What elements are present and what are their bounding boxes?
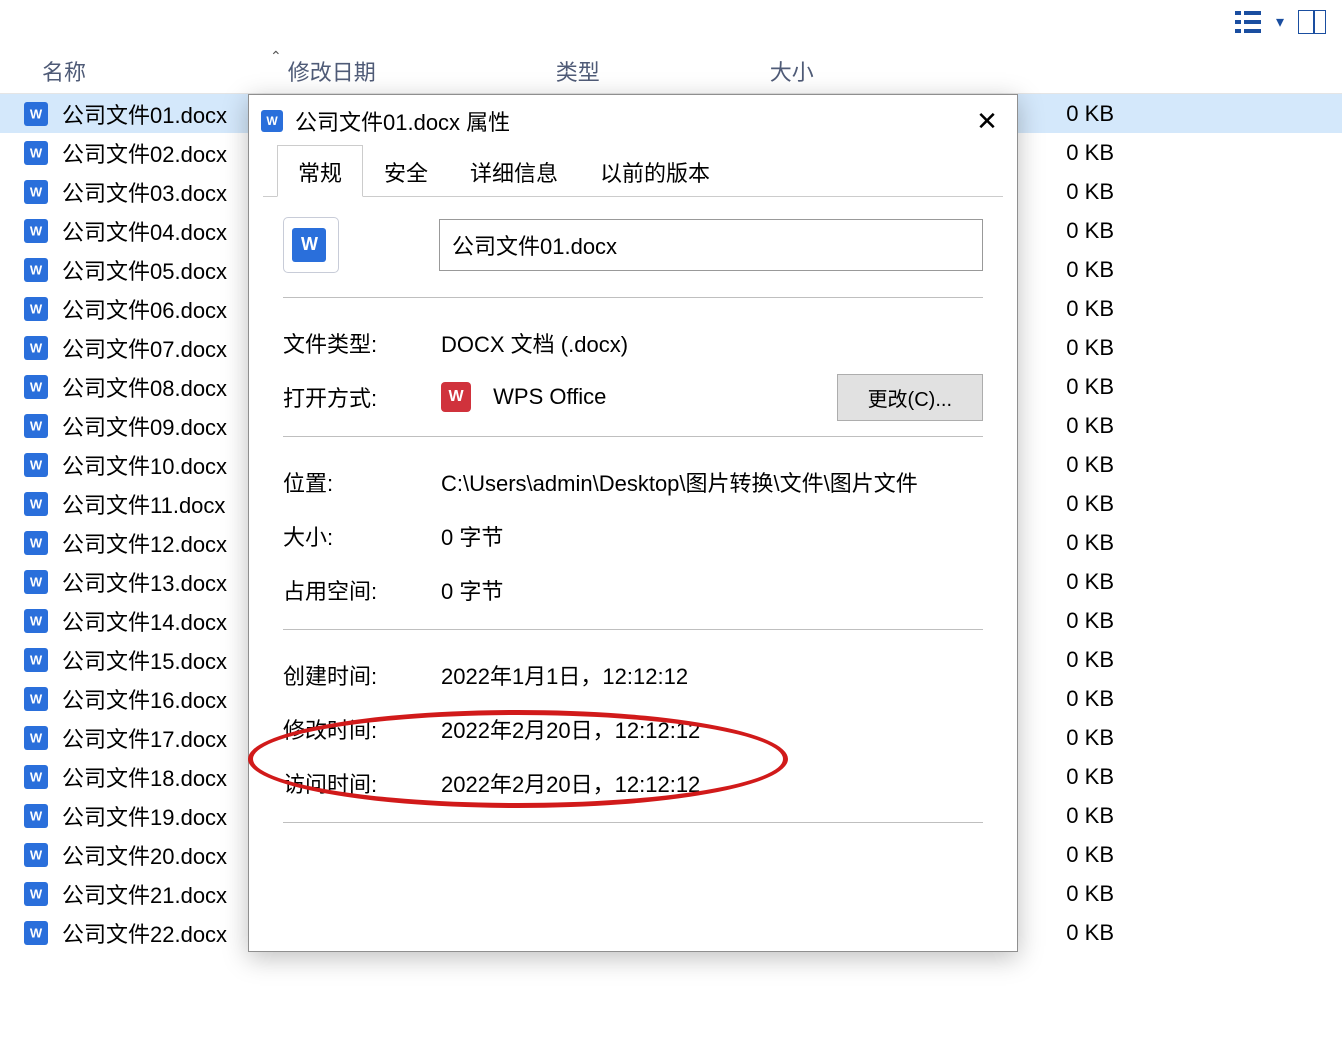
file-type-value: DOCX 文档 (.docx) xyxy=(441,327,983,359)
tab-strip: 常规 安全 详细信息 以前的版本 xyxy=(263,147,1003,197)
dialog-title: 公司文件01.docx 属性 xyxy=(295,105,963,137)
column-size[interactable]: 大小 xyxy=(764,48,934,93)
view-dropdown-arrow-icon[interactable]: ▾ xyxy=(1276,12,1284,32)
open-with-app-name: WPS Office xyxy=(493,384,606,409)
docx-icon xyxy=(24,219,48,243)
size-on-disk-value: 0 字节 xyxy=(441,574,983,606)
file-size: 0 KB xyxy=(1018,140,1114,166)
tab-security[interactable]: 安全 xyxy=(363,145,449,197)
row-created: 创建时间: 2022年1月1日，12:12:12 xyxy=(283,648,983,702)
file-size: 0 KB xyxy=(1018,257,1114,283)
docx-icon xyxy=(24,843,48,867)
column-name-label: 名称 xyxy=(42,55,86,87)
file-size: 0 KB xyxy=(1018,725,1114,751)
size-label: 大小: xyxy=(283,520,441,552)
file-size: 0 KB xyxy=(1018,335,1114,361)
tab-general[interactable]: 常规 xyxy=(277,145,363,197)
file-size: 0 KB xyxy=(1018,101,1114,127)
docx-icon xyxy=(24,570,48,594)
divider xyxy=(283,822,983,823)
location-label: 位置: xyxy=(283,466,441,498)
docx-icon xyxy=(24,258,48,282)
tab-details[interactable]: 详细信息 xyxy=(449,145,579,197)
docx-icon xyxy=(24,297,48,321)
properties-dialog: 公司文件01.docx 属性 ✕ 常规 安全 详细信息 以前的版本 文件类型: … xyxy=(248,94,1018,952)
dialog-body: 文件类型: DOCX 文档 (.docx) 打开方式: W WPS Office… xyxy=(249,197,1017,951)
file-size: 0 KB xyxy=(1018,647,1114,673)
docx-icon xyxy=(24,921,48,945)
docx-icon xyxy=(24,531,48,555)
file-size: 0 KB xyxy=(1018,530,1114,556)
open-with-value: W WPS Office xyxy=(441,382,837,412)
row-location: 位置: C:\Users\admin\Desktop\图片转换\文件\图片文件 xyxy=(283,455,983,509)
docx-icon xyxy=(24,375,48,399)
close-button[interactable]: ✕ xyxy=(963,101,1011,141)
file-size: 0 KB xyxy=(1018,569,1114,595)
filename-row xyxy=(283,217,983,273)
divider xyxy=(283,436,983,437)
explorer-toolbar: ▾ xyxy=(1218,0,1342,44)
row-open-with: 打开方式: W WPS Office 更改(C)... xyxy=(283,370,983,424)
docx-icon xyxy=(24,648,48,672)
row-accessed: 访问时间: 2022年2月20日，12:12:12 xyxy=(283,756,983,810)
wps-icon: W xyxy=(441,382,471,412)
docx-icon xyxy=(24,453,48,477)
sort-indicator-icon: ⌃ xyxy=(270,48,282,93)
file-size: 0 KB xyxy=(1018,920,1114,946)
file-type-label: 文件类型: xyxy=(283,327,441,359)
divider xyxy=(283,297,983,298)
docx-icon xyxy=(24,882,48,906)
docx-icon xyxy=(24,180,48,204)
file-size: 0 KB xyxy=(1018,686,1114,712)
docx-icon xyxy=(24,102,48,126)
docx-icon xyxy=(261,110,283,132)
docx-icon xyxy=(24,687,48,711)
tab-previous-versions[interactable]: 以前的版本 xyxy=(579,145,731,197)
view-list-icon[interactable] xyxy=(1232,6,1264,38)
open-with-label: 打开方式: xyxy=(283,381,441,413)
row-size: 大小: 0 字节 xyxy=(283,509,983,563)
column-headers: 名称 ⌃ 修改日期 类型 大小 xyxy=(0,48,1342,94)
filename-input[interactable] xyxy=(439,219,983,271)
accessed-label: 访问时间: xyxy=(283,767,441,799)
docx-icon xyxy=(24,414,48,438)
file-size: 0 KB xyxy=(1018,842,1114,868)
column-modified[interactable]: 修改日期 xyxy=(282,48,550,93)
docx-icon xyxy=(24,609,48,633)
file-size: 0 KB xyxy=(1018,803,1114,829)
file-size: 0 KB xyxy=(1018,491,1114,517)
docx-icon xyxy=(24,336,48,360)
file-size: 0 KB xyxy=(1018,296,1114,322)
file-size: 0 KB xyxy=(1018,452,1114,478)
docx-icon xyxy=(24,804,48,828)
created-label: 创建时间: xyxy=(283,659,441,691)
docx-icon xyxy=(24,726,48,750)
file-size: 0 KB xyxy=(1018,218,1114,244)
dialog-title-bar[interactable]: 公司文件01.docx 属性 ✕ xyxy=(249,95,1017,147)
change-button[interactable]: 更改(C)... xyxy=(837,374,983,421)
preview-pane-icon[interactable] xyxy=(1296,6,1328,38)
file-size: 0 KB xyxy=(1018,374,1114,400)
file-size: 0 KB xyxy=(1018,881,1114,907)
created-value: 2022年1月1日，12:12:12 xyxy=(441,659,983,691)
docx-icon xyxy=(24,765,48,789)
modified-label: 修改时间: xyxy=(283,713,441,745)
file-size: 0 KB xyxy=(1018,764,1114,790)
divider xyxy=(283,629,983,630)
size-on-disk-label: 占用空间: xyxy=(283,574,441,606)
size-value: 0 字节 xyxy=(441,520,983,552)
row-size-on-disk: 占用空间: 0 字节 xyxy=(283,563,983,617)
file-size: 0 KB xyxy=(1018,179,1114,205)
file-size: 0 KB xyxy=(1018,608,1114,634)
column-type[interactable]: 类型 xyxy=(550,48,764,93)
row-file-type: 文件类型: DOCX 文档 (.docx) xyxy=(283,316,983,370)
file-large-icon xyxy=(283,217,339,273)
accessed-value: 2022年2月20日，12:12:12 xyxy=(441,767,983,799)
file-size: 0 KB xyxy=(1018,413,1114,439)
modified-value: 2022年2月20日，12:12:12 xyxy=(441,713,983,745)
docx-icon xyxy=(24,492,48,516)
location-value: C:\Users\admin\Desktop\图片转换\文件\图片文件 xyxy=(441,466,983,498)
row-modified: 修改时间: 2022年2月20日，12:12:12 xyxy=(283,702,983,756)
docx-icon xyxy=(24,141,48,165)
